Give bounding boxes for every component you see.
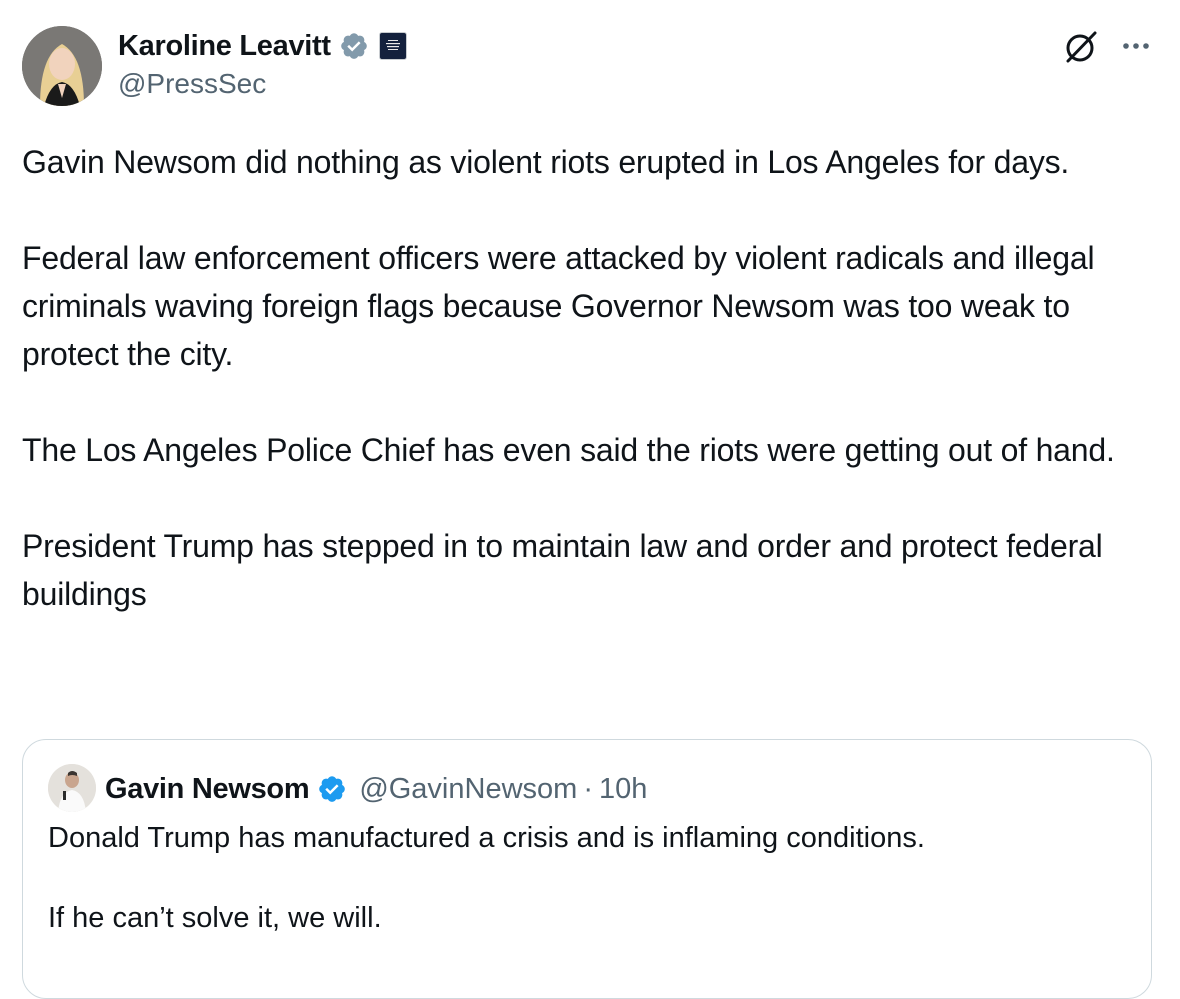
quoted-display-name[interactable]: Gavin Newsom [105, 773, 310, 806]
quoted-tweet-card[interactable]: Gavin Newsom @GavinNewsom · 10h Donald T… [22, 739, 1152, 999]
quoted-author-avatar[interactable] [48, 764, 96, 812]
tweet-text: Gavin Newsom did nothing as violent riot… [22, 138, 1162, 666]
white-house-affiliation-icon[interactable] [378, 32, 407, 60]
quoted-paragraph: Donald Trump has manufactured a crisis a… [48, 822, 925, 854]
tweet-paragraph: Federal law enforcement officers were at… [22, 240, 1095, 372]
author-handle[interactable]: @PressSec [118, 68, 266, 100]
tweet-paragraph: Gavin Newsom did nothing as violent riot… [22, 144, 1070, 180]
tweet-paragraph: President Trump has stepped in to mainta… [22, 528, 1103, 612]
quoted-timestamp[interactable]: 10h [599, 773, 647, 806]
author-name-row: Karoline Leavitt [118, 26, 407, 66]
more-options-icon[interactable] [1118, 28, 1154, 64]
quoted-tweet-text: Donald Trump has manufactured a crisis a… [48, 818, 1128, 978]
quoted-header: Gavin Newsom @GavinNewsom · 10h [105, 768, 647, 810]
quoted-paragraph: If he can’t solve it, we will. [48, 902, 382, 934]
verified-badge-icon[interactable] [317, 774, 347, 804]
author-display-name[interactable]: Karoline Leavitt [118, 30, 331, 63]
affiliation-logo-image [381, 35, 404, 57]
author-avatar[interactable] [22, 26, 102, 106]
tweet-paragraph: The Los Angeles Police Chief has even sa… [22, 432, 1115, 468]
quoted-handle[interactable]: @GavinNewsom [359, 773, 577, 806]
quoted-separator: · [583, 772, 593, 805]
quoted-avatar-photo [48, 764, 96, 812]
verified-badge-icon[interactable] [339, 31, 369, 61]
avatar-photo [22, 26, 102, 106]
grok-icon[interactable] [1062, 28, 1100, 66]
